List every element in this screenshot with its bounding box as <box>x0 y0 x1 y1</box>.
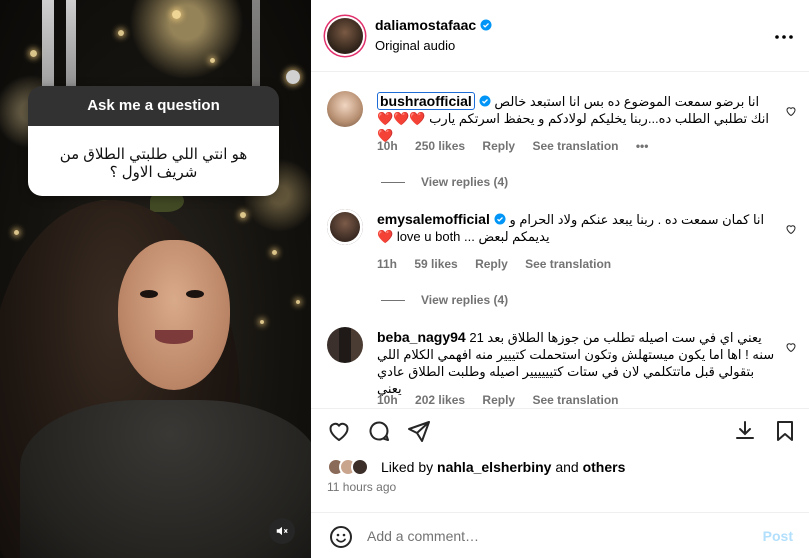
light-bulb <box>240 212 246 218</box>
mute-icon <box>276 526 288 536</box>
share-icon[interactable] <box>407 419 431 443</box>
bookmark-icon[interactable] <box>773 419 797 443</box>
more-options-button[interactable] <box>775 26 793 40</box>
emoji-icon[interactable] <box>329 525 353 549</box>
post-timestamp[interactable]: 11 hours ago <box>327 480 396 494</box>
commenter-avatar[interactable] <box>327 209 363 245</box>
comment-meta: 11h 59 likes Reply See translation <box>377 257 625 271</box>
liked-by-others[interactable]: others <box>583 459 626 475</box>
liked-by-row: Liked by nahla_elsherbiny and others <box>327 456 625 478</box>
comment-likes[interactable]: 59 likes <box>414 257 457 271</box>
light-bulb <box>210 58 215 63</box>
verified-badge-icon <box>480 19 492 31</box>
comment-icon[interactable] <box>367 419 391 443</box>
reel-video[interactable]: Ask me a question هو انتي اللي طلبتي الط… <box>0 0 311 558</box>
liker-avatar[interactable] <box>351 458 369 476</box>
replies-divider-line <box>381 299 405 301</box>
mute-button[interactable] <box>269 518 295 544</box>
question-sticker-text: هو انتي اللي طلبتي الطلاق من شريف الاول … <box>28 126 279 196</box>
comment-time[interactable]: 11h <box>377 257 397 271</box>
download-icon[interactable] <box>733 419 757 443</box>
commenter-avatar[interactable] <box>327 327 363 363</box>
light-bulb <box>118 30 124 36</box>
comment-options-button[interactable]: ••• <box>636 139 649 153</box>
view-replies-button[interactable]: View replies (4) <box>381 293 508 307</box>
reply-button[interactable]: Reply <box>482 139 515 153</box>
reply-button[interactable]: Reply <box>475 257 508 271</box>
comment-meta: 10h 202 likes Reply See translation <box>377 393 632 407</box>
comment-meta: 10h 250 likes Reply See translation ••• <box>377 139 662 153</box>
commenter-username[interactable]: emysalemofficial <box>377 211 490 227</box>
see-translation-button[interactable]: See translation <box>525 257 611 271</box>
light-bulb <box>30 50 37 57</box>
comment-likes[interactable]: 202 likes <box>415 393 465 407</box>
verified-badge-icon <box>479 95 491 107</box>
more-icon <box>775 35 793 39</box>
commenter-username[interactable]: bushraofficial <box>377 92 475 110</box>
question-sticker-title: Ask me a question <box>28 86 279 126</box>
person-eye <box>140 290 158 298</box>
replies-divider-line <box>381 181 405 183</box>
reply-button[interactable]: Reply <box>482 393 515 407</box>
heart-icon[interactable] <box>785 223 797 235</box>
see-translation-button[interactable]: See translation <box>532 393 618 407</box>
liked-by-and: and <box>555 459 579 475</box>
background-pole <box>66 0 76 90</box>
view-replies-button[interactable]: View replies (4) <box>381 175 508 189</box>
liked-by-prefix: Liked by <box>381 459 434 475</box>
comments-list[interactable]: bushraofficial انا برضو سمعت الموضوع ده … <box>311 73 809 408</box>
author-username-text[interactable]: daliamostafaac <box>375 17 476 33</box>
commenter-avatar[interactable] <box>327 91 363 127</box>
audio-label[interactable]: Original audio <box>375 38 455 53</box>
light-bulb <box>286 70 300 84</box>
comment-time[interactable]: 10h <box>377 139 398 153</box>
light-bulb <box>260 320 264 324</box>
person-mouth <box>155 330 193 344</box>
light-bulb <box>296 300 300 304</box>
comment-likes[interactable]: 250 likes <box>415 139 465 153</box>
post-comment-button[interactable]: Post <box>763 528 793 544</box>
person-eye <box>186 290 204 298</box>
author-avatar[interactable] <box>327 18 363 54</box>
question-sticker: Ask me a question هو انتي اللي طلبتي الط… <box>28 86 279 196</box>
light-bulb <box>172 10 181 19</box>
comment-time[interactable]: 10h <box>377 393 398 407</box>
comment-input[interactable] <box>367 524 747 548</box>
view-replies-label[interactable]: View replies (4) <box>421 293 508 307</box>
heart-icon[interactable] <box>785 341 797 353</box>
view-replies-label[interactable]: View replies (4) <box>421 175 508 189</box>
light-bulb <box>14 230 19 235</box>
author-username[interactable]: daliamostafaac <box>375 17 492 33</box>
heart-icon[interactable] <box>327 419 351 443</box>
person-face <box>118 240 230 390</box>
post-actions-bar <box>311 408 809 450</box>
heart-icon[interactable] <box>785 105 797 117</box>
see-translation-button[interactable]: See translation <box>532 139 618 153</box>
liked-by-user[interactable]: nahla_elsherbiny <box>437 459 551 475</box>
light-bulb <box>272 250 277 255</box>
add-comment-bar: Post <box>311 512 809 558</box>
commenter-username[interactable]: beba_nagy94 <box>377 329 466 345</box>
verified-badge-icon <box>494 213 506 225</box>
person-shirt <box>20 400 311 558</box>
post-panel: daliamostafaac Original audio bushraoffi… <box>311 0 809 558</box>
post-header: daliamostafaac Original audio <box>311 0 809 72</box>
